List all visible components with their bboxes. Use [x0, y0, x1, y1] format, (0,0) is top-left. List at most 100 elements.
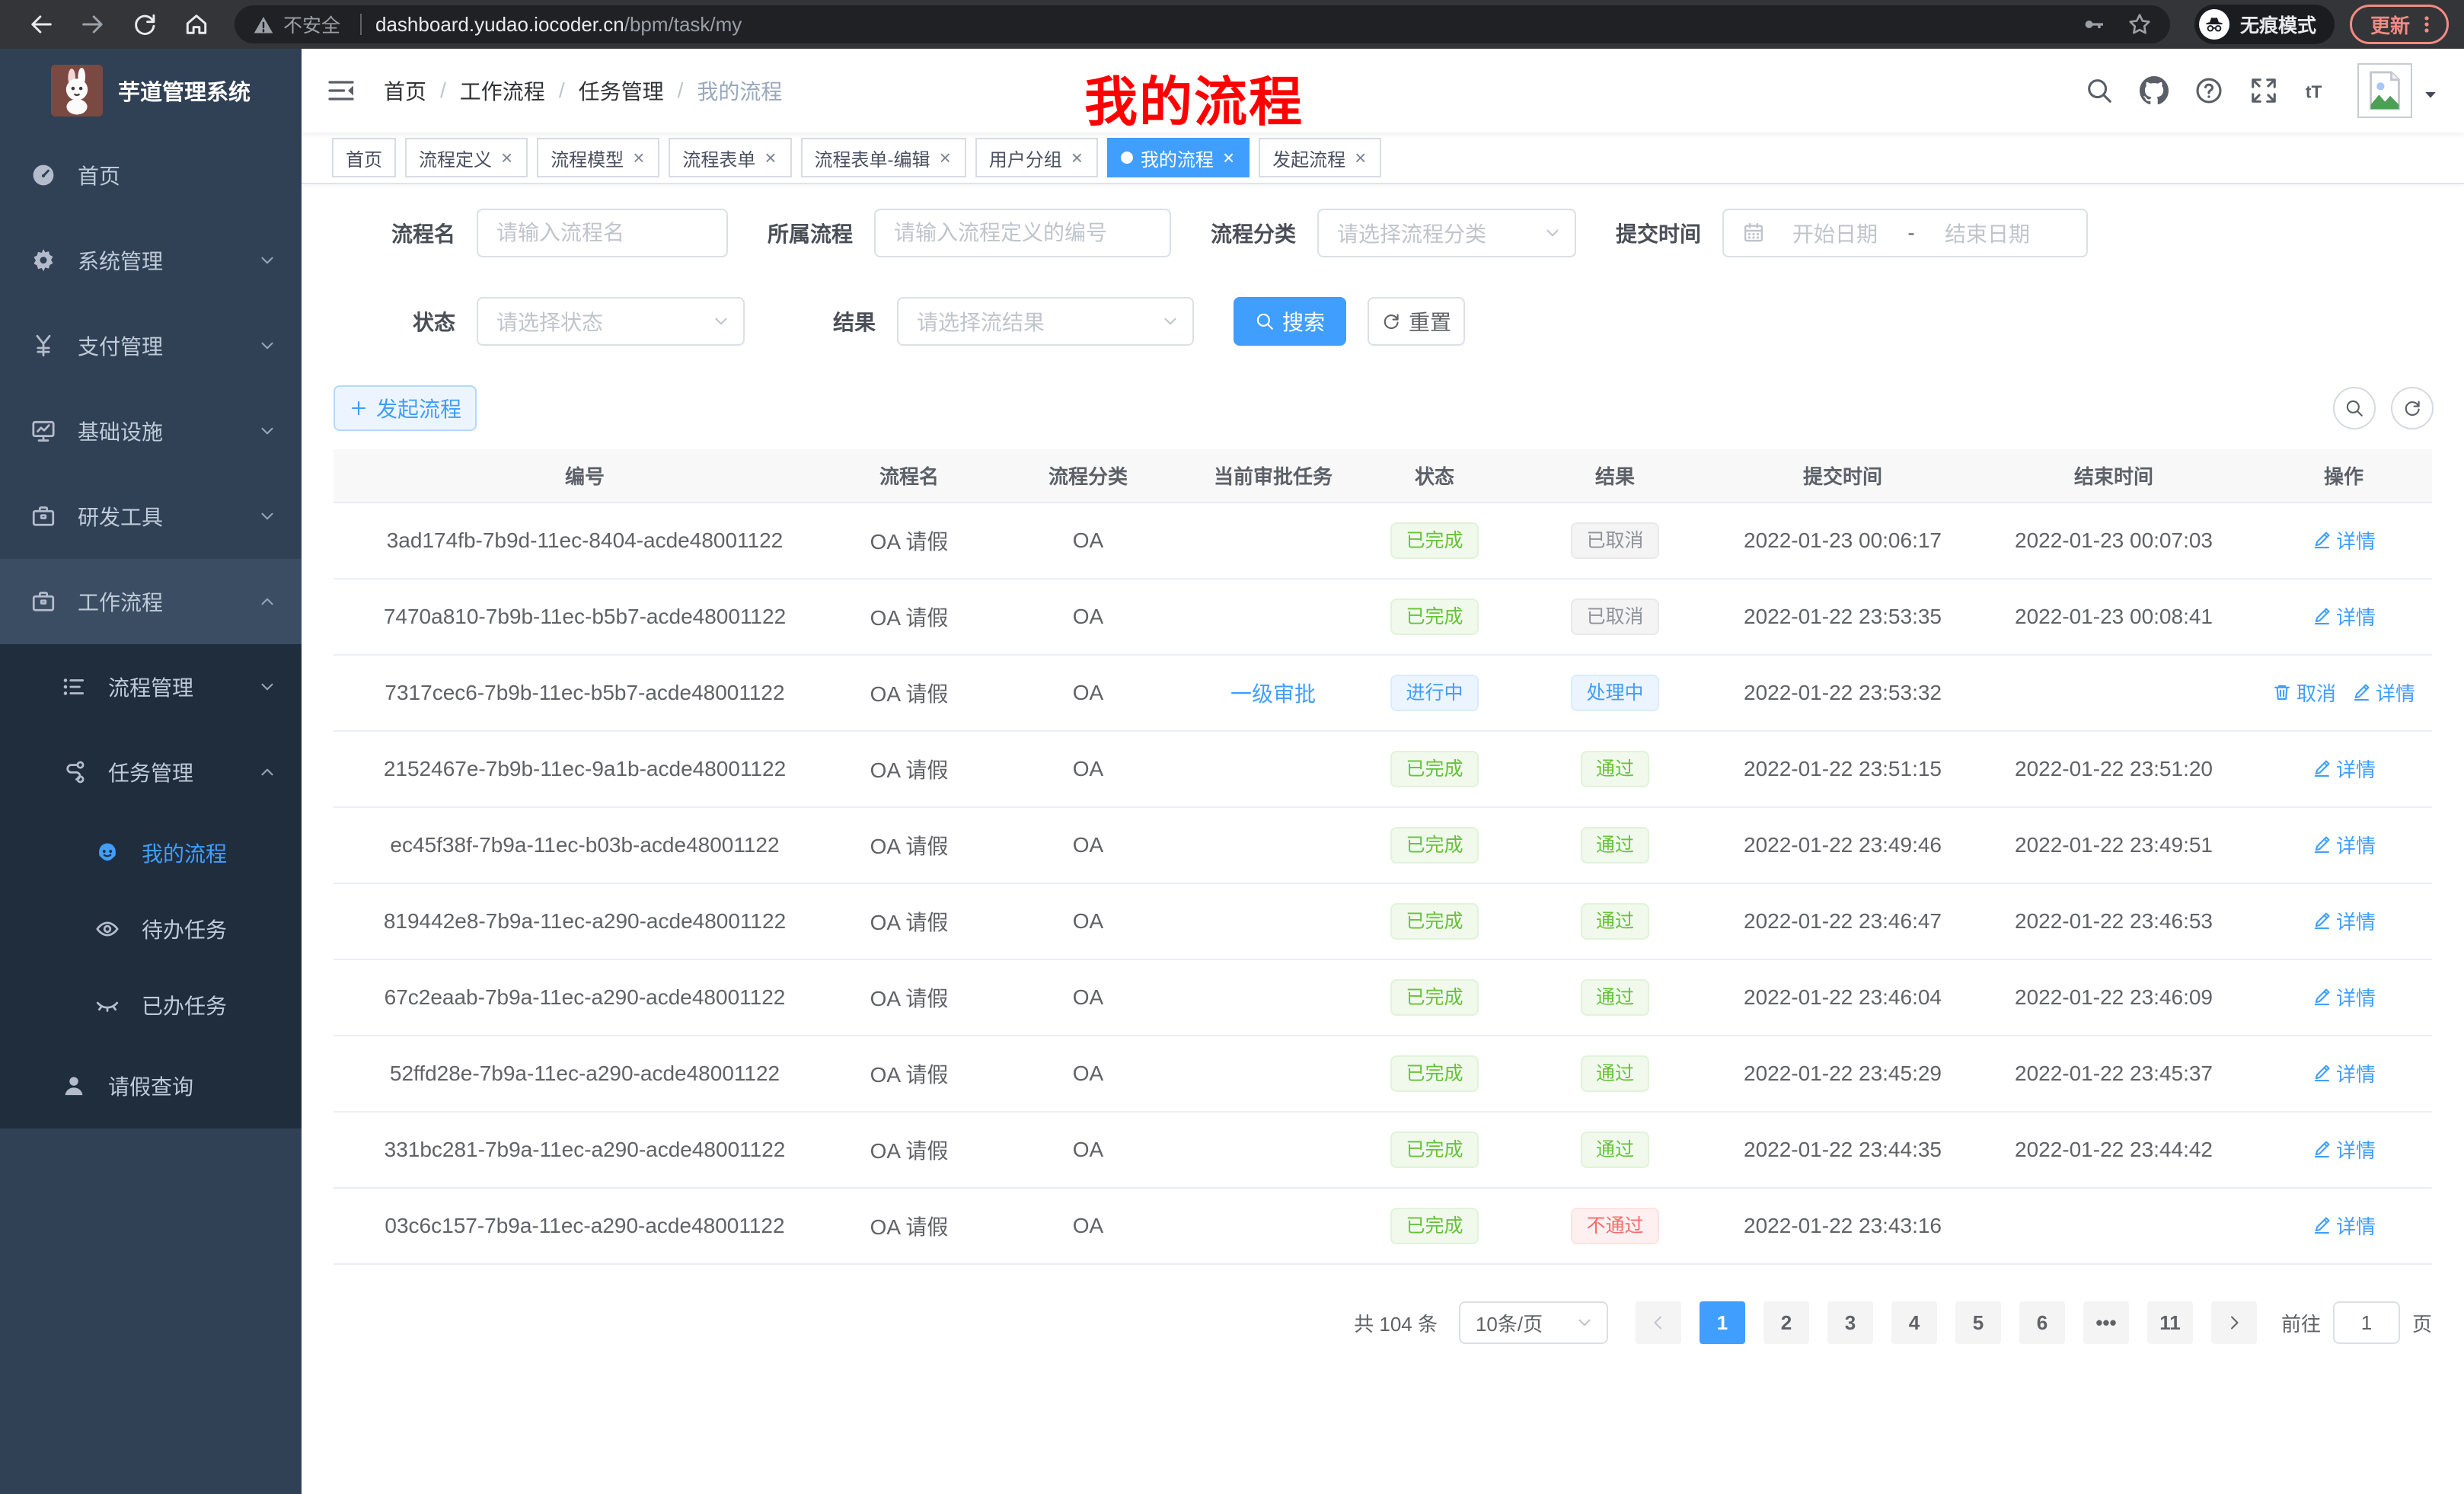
reset-button[interactable]: 重置 [1368, 297, 1465, 346]
bookmark-star-icon[interactable] [2127, 12, 2152, 37]
next-page-button[interactable] [2211, 1301, 2257, 1344]
reload-icon[interactable] [131, 11, 158, 38]
edit-icon [2312, 1063, 2332, 1083]
sidebar-item-5[interactable]: 工作流程 [0, 559, 302, 644]
page-button-4[interactable]: 4 [1891, 1301, 1937, 1344]
action-label: 详情 [2376, 678, 2415, 707]
close-icon[interactable]: × [1070, 148, 1084, 168]
close-icon[interactable]: × [938, 148, 953, 168]
sidebar-item-8[interactable]: 我的流程 [0, 815, 302, 891]
fullscreen-icon[interactable] [2249, 76, 2278, 105]
tab-item-3[interactable]: 流程表单× [669, 138, 791, 177]
submit-time-range-picker[interactable]: 开始日期 - 结束日期 [1722, 209, 2088, 257]
current-task-link[interactable]: 一级审批 [1230, 682, 1316, 706]
close-icon[interactable]: × [1221, 148, 1236, 168]
cancel-action-link[interactable]: 取消 [2272, 678, 2336, 707]
submit-time-cell: 2022-01-22 23:53:35 [1713, 579, 1972, 655]
menu-dots-icon[interactable] [2416, 14, 2437, 35]
page-button-2[interactable]: 2 [1763, 1301, 1809, 1344]
tab-item-2[interactable]: 流程模型× [537, 138, 659, 177]
refresh-table-button[interactable] [2391, 387, 2434, 429]
page-button-11[interactable]: 11 [2147, 1301, 2193, 1344]
security-label: 不安全 [283, 11, 340, 38]
detail-action-link[interactable]: 详情 [2312, 983, 2376, 1011]
goto-page-input[interactable] [2333, 1301, 2400, 1344]
process-definition-input[interactable] [874, 209, 1171, 257]
sidebar-item-label: 已办任务 [142, 990, 227, 1020]
page-button-1[interactable]: 1 [1700, 1301, 1745, 1344]
close-icon[interactable]: × [1353, 148, 1368, 168]
sidebar-item-10[interactable]: 已办任务 [0, 967, 302, 1043]
close-icon[interactable]: × [763, 148, 777, 168]
search-button[interactable]: 搜索 [1234, 297, 1346, 346]
detail-action-link[interactable]: 详情 [2312, 526, 2376, 554]
process-category-select[interactable]: 请选择流程分类 [1317, 209, 1576, 257]
action-label: 详情 [2336, 755, 2376, 783]
tab-label: 用户分组 [989, 145, 1062, 171]
tab-item-4[interactable]: 流程表单-编辑× [801, 138, 966, 177]
sidebar-item-7[interactable]: 任务管理 [0, 729, 302, 815]
close-icon[interactable]: × [500, 148, 514, 168]
home-icon[interactable] [183, 11, 210, 38]
github-icon[interactable] [2140, 76, 2169, 105]
back-icon[interactable] [27, 11, 55, 38]
breadcrumb-task-mgmt[interactable]: 任务管理 [579, 75, 664, 106]
status-select[interactable]: 请选择状态 [477, 297, 745, 346]
page-button-3[interactable]: 3 [1827, 1301, 1873, 1344]
search-icon[interactable] [2085, 76, 2114, 105]
hamburger-icon[interactable] [326, 75, 356, 106]
sidebar-item-1[interactable]: 系统管理 [0, 218, 302, 303]
sidebar-item-4[interactable]: 研发工具 [0, 474, 302, 559]
tab-item-5[interactable]: 用户分组 × [975, 138, 1098, 177]
submit-time-cell: 2022-01-23 00:06:17 [1713, 503, 1972, 579]
sidebar-item-2[interactable]: 支付管理 [0, 303, 302, 388]
sidebar-item-0[interactable]: 首页 [0, 132, 302, 218]
tab-item-7[interactable]: 发起流程× [1259, 138, 1381, 177]
sidebar-item-11[interactable]: 请假查询 [0, 1043, 302, 1128]
toggle-search-button[interactable] [2333, 387, 2376, 429]
breadcrumb-home[interactable]: 首页 [384, 75, 426, 106]
avatar[interactable] [2357, 63, 2412, 118]
detail-action-link[interactable]: 详情 [2312, 1059, 2376, 1087]
more-pages-button[interactable]: ••• [2083, 1301, 2129, 1344]
chevron-down-icon[interactable] [2421, 81, 2440, 100]
sidebar-item-9[interactable]: 待办任务 [0, 891, 302, 967]
detail-action-link[interactable]: 详情 [2312, 1135, 2376, 1164]
refresh-icon [1381, 311, 1401, 331]
detail-action-link[interactable]: 详情 [2351, 678, 2415, 707]
browser-update-button[interactable]: 更新 [2350, 5, 2449, 44]
result-select[interactable]: 请选择流结果 [897, 297, 1194, 346]
tab-item-0[interactable]: 首页 [332, 138, 396, 177]
delete-icon [2272, 682, 2292, 702]
app-logo-row[interactable]: 芋道管理系统 [0, 49, 302, 132]
process-category-cell: OA [982, 503, 1194, 579]
process-name-label: 流程名 [334, 218, 455, 248]
action-label: 详情 [2336, 1135, 2376, 1164]
app-title: 芋道管理系统 [118, 75, 251, 107]
sidebar-item-3[interactable]: 基础设施 [0, 388, 302, 474]
detail-action-link[interactable]: 详情 [2312, 907, 2376, 935]
tab-item-6[interactable]: 我的流程× [1107, 138, 1250, 177]
forward-icon[interactable] [79, 11, 107, 38]
address-bar[interactable]: 不安全 dashboard.yudao.iocoder.cn/bpm/task/… [235, 5, 2170, 43]
page-button-5[interactable]: 5 [1955, 1301, 2001, 1344]
detail-action-link[interactable]: 详情 [2312, 831, 2376, 859]
close-icon[interactable]: × [631, 148, 646, 168]
status-cell: 已完成 [1352, 959, 1517, 1036]
start-process-button[interactable]: 发起流程 [334, 385, 477, 431]
password-key-icon[interactable] [2082, 12, 2106, 37]
font-size-icon[interactable]: tT [2304, 76, 2333, 105]
detail-action-link[interactable]: 详情 [2312, 602, 2376, 630]
page-button-6[interactable]: 6 [2019, 1301, 2065, 1344]
process-name-input[interactable] [477, 209, 728, 257]
help-icon[interactable] [2194, 76, 2223, 105]
page-size-select[interactable]: 10条/页 [1459, 1301, 1608, 1344]
tab-item-1[interactable]: 流程定义× [405, 138, 528, 177]
breadcrumb-workflow[interactable]: 工作流程 [460, 75, 545, 106]
detail-action-link[interactable]: 详情 [2312, 1211, 2376, 1240]
sidebar-item-6[interactable]: 流程管理 [0, 644, 302, 729]
prev-page-button[interactable] [1636, 1301, 1681, 1344]
detail-action-link[interactable]: 详情 [2312, 755, 2376, 783]
result-label: 结果 [784, 306, 876, 337]
navbar-actions: tT [2059, 63, 2440, 118]
